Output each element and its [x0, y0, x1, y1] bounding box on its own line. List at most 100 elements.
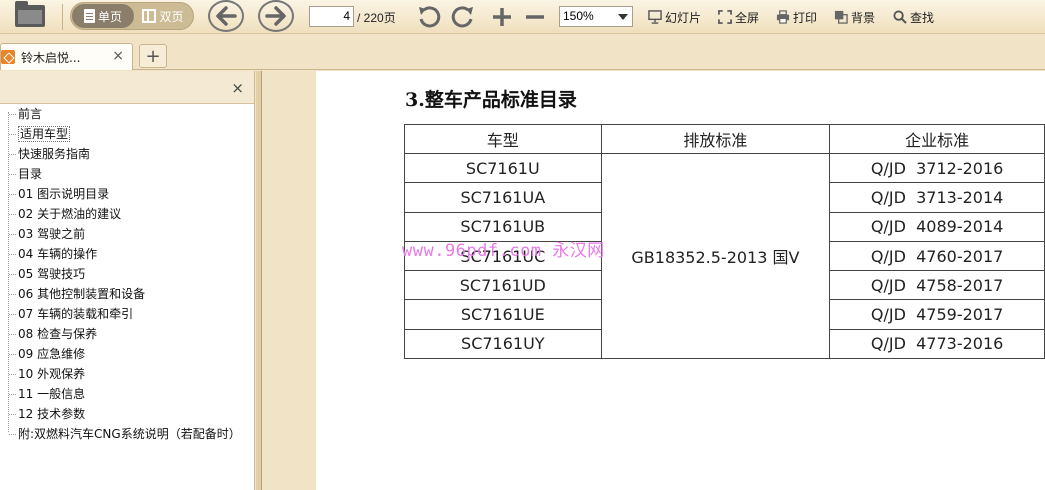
search-button[interactable]: 查找: [893, 7, 934, 27]
outline-item[interactable]: 06 其他控制装置和设备: [0, 284, 254, 304]
outline-item-label: 快速服务指南: [18, 147, 91, 161]
outline-item-label: 04 车辆的操作: [18, 247, 98, 261]
outline-item-label: 10 外观保养: [18, 367, 86, 381]
next-page-button[interactable]: [258, 0, 294, 32]
outline-item-label: 09 应急维修: [18, 347, 86, 361]
open-file-button[interactable]: [6, 1, 54, 30]
fullscreen-button[interactable]: 全屏: [718, 7, 759, 27]
background-button[interactable]: 背景: [834, 7, 875, 27]
page-total-label: / 220页: [357, 11, 396, 25]
table-header-row: 车型 排放标准 企业标准: [404, 124, 1045, 154]
close-sidebar-icon[interactable]: ×: [231, 79, 244, 97]
outline-item[interactable]: 08 检查与保养: [0, 324, 254, 344]
outline-item-label: 前言: [18, 107, 43, 121]
enterprise-standard-cell: Q/JD 4773-2016: [829, 328, 1045, 360]
section-title: 3.整车产品标准目录: [405, 89, 577, 111]
zoom-value: 150%: [563, 9, 594, 23]
toolbar-divider: [62, 4, 63, 30]
slideshow-button[interactable]: 幻灯片: [648, 7, 701, 27]
zoom-select[interactable]: 150%: [559, 6, 633, 27]
column-header-enterprise: 企业标准: [829, 124, 1045, 154]
outline-item[interactable]: 12 技术参数: [0, 404, 254, 424]
tab-document[interactable]: 铃木启悦... ×: [0, 43, 133, 70]
model-cell: SC7161UD: [404, 270, 602, 301]
model-cell: SC7161UE: [404, 299, 602, 330]
emission-standard-cell: GB18352.5-2013 国Ⅴ: [600, 152, 831, 360]
double-page-button[interactable]: 双页: [134, 4, 192, 28]
search-label: 查找: [910, 10, 935, 25]
outline-item[interactable]: 适用车型: [0, 124, 254, 144]
background-icon: [834, 10, 848, 24]
outline-item[interactable]: 快速服务指南: [0, 144, 254, 164]
search-icon: [893, 10, 907, 24]
outline-item[interactable]: 04 车辆的操作: [0, 244, 254, 264]
background-label: 背景: [851, 10, 876, 25]
outline-item[interactable]: 05 驾驶技巧: [0, 264, 254, 284]
table-row: SC7161U GB18352.5-2013 国Ⅴ Q/JD 3712-2016: [404, 152, 1045, 360]
outline-item-label: 目录: [18, 167, 43, 181]
tab-label: 铃木启悦...: [21, 50, 81, 65]
outline-item[interactable]: 10 外观保养: [0, 364, 254, 384]
pdf-document-icon: [1, 50, 15, 64]
outline-item[interactable]: 02 关于燃油的建议: [0, 204, 254, 224]
outline-item-label: 12 技术参数: [18, 407, 86, 421]
tab-bar: 铃木启悦... × +: [0, 34, 1045, 70]
rotate-left-icon: [419, 6, 441, 28]
enterprise-standard-cell: Q/JD 4760-2017: [829, 240, 1045, 272]
enterprise-standard-cell: Q/JD 3713-2014: [829, 182, 1045, 213]
outline-item[interactable]: 11 一般信息: [0, 384, 254, 404]
single-page-label: 单页: [97, 9, 122, 24]
enterprise-standard-cell: Q/JD 4759-2017: [829, 299, 1045, 330]
double-page-label: 双页: [159, 9, 184, 24]
previous-page-button[interactable]: [208, 0, 244, 32]
outline-item[interactable]: 附:双燃料汽车CNG系统说明（若配备时）: [0, 424, 254, 444]
toolbar: 单页 双页 4 / 220页 150% 幻灯片 全屏 打印 背景 查找: [0, 0, 1045, 34]
zoom-out-button[interactable]: [523, 4, 547, 34]
outline-item[interactable]: 03 驾驶之前: [0, 224, 254, 244]
outline-item-label: 适用车型: [18, 126, 71, 142]
column-header-emission: 排放标准: [600, 124, 831, 154]
enterprise-standard-cell: Q/JD 3712-2016: [829, 152, 1045, 184]
outline-item[interactable]: 01 图示说明目录: [0, 184, 254, 204]
outline-item[interactable]: 前言: [0, 104, 254, 124]
zoom-in-button[interactable]: [490, 4, 514, 34]
rotate-left-button[interactable]: [416, 4, 442, 34]
folder-icon: [15, 1, 45, 27]
enterprise-standard-cell: Q/JD 4758-2017: [829, 270, 1045, 301]
outline-item[interactable]: 目录: [0, 164, 254, 184]
new-tab-button[interactable]: +: [139, 44, 167, 68]
column-header-model: 车型: [404, 124, 602, 154]
fullscreen-icon: [718, 10, 732, 24]
rotate-right-button[interactable]: [450, 4, 476, 34]
outline-item-label: 07 车辆的装载和牵引: [18, 307, 134, 321]
outline-tree: 前言适用车型快速服务指南 目录 01 图示说明目录 02 关于燃油的建议 03 驾驶之前…: [0, 104, 254, 444]
single-page-icon: [83, 9, 95, 23]
outline-item[interactable]: 09 应急维修: [0, 344, 254, 364]
watermark: www.96pdf.com 永汉网: [402, 241, 605, 261]
outline-item-label: 11 一般信息: [18, 387, 86, 401]
outline-item-label: 03 驾驶之前: [18, 227, 86, 241]
chevron-down-icon: [618, 14, 628, 20]
outline-item-label: 06 其他控制装置和设备: [18, 287, 146, 301]
model-cell: SC7161U: [404, 152, 602, 184]
arrow-right-icon: [265, 6, 286, 26]
print-button[interactable]: 打印: [776, 7, 817, 27]
rotate-right-icon: [451, 6, 473, 28]
close-tab-icon[interactable]: ×: [112, 48, 124, 64]
outline-sidebar: × 前言适用车型快速服务指南 目录 01 图示说明目录 02 关于燃油的建议 03 驾驶…: [0, 71, 255, 490]
model-cell: SC7161UA: [404, 182, 602, 213]
fullscreen-label: 全屏: [735, 10, 760, 25]
enterprise-standard-cell: Q/JD 4089-2014: [829, 211, 1045, 242]
single-page-button[interactable]: 单页: [72, 4, 134, 28]
plus-icon: [493, 8, 511, 26]
outline-item[interactable]: 07 车辆的装载和牵引: [0, 304, 254, 324]
minus-icon: [526, 15, 544, 19]
page-number-input[interactable]: 4: [309, 6, 354, 27]
arrow-left-icon: [216, 6, 237, 26]
outline-item-label: 08 检查与保养: [18, 327, 98, 341]
printer-icon: [776, 10, 790, 24]
print-label: 打印: [793, 10, 818, 25]
outline-item-label: 附:双燃料汽车CNG系统说明（若配备时）: [18, 427, 241, 441]
outline-item-label: 01 图示说明目录: [18, 187, 110, 201]
document-page: 3.整车产品标准目录 车型 排放标准 企业标准 SC7161U GB18352.5…: [316, 71, 1045, 490]
